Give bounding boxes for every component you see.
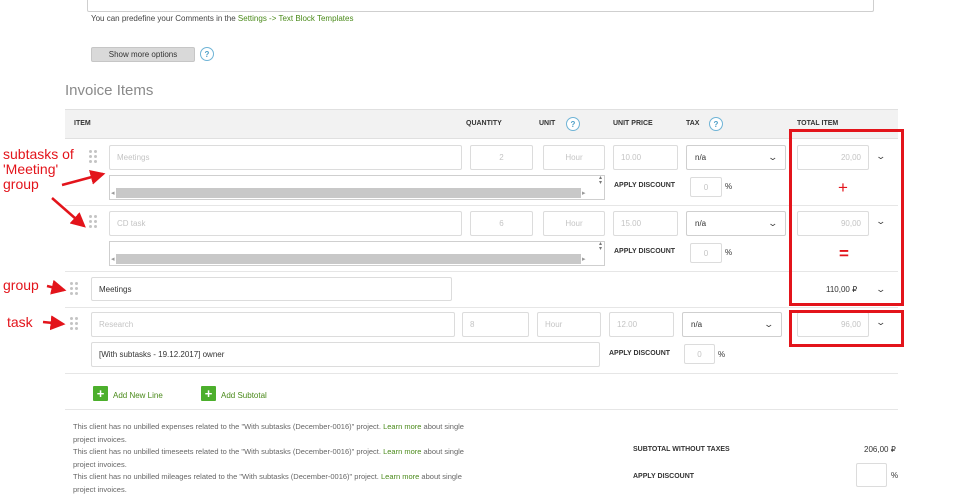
apply-discount-label: APPLY DISCOUNT: [614, 182, 676, 189]
question-circle-icon[interactable]: ?: [200, 47, 214, 61]
tax-select[interactable]: n/a ⌄: [682, 312, 782, 337]
text-block-templates-link[interactable]: Settings -> Text Block Templates: [238, 14, 354, 23]
total-highlight-box: [789, 129, 904, 306]
note-text: This client has no unbilled mileages rel…: [73, 472, 381, 481]
row-divider: [65, 307, 898, 308]
header-unit: UNIT: [539, 120, 556, 127]
unit-input[interactable]: Hour: [543, 145, 605, 170]
add-subtotal-button[interactable]: Add Subtotal: [221, 391, 267, 400]
quantity-input[interactable]: 8: [462, 312, 529, 337]
row-divider: [65, 373, 898, 374]
header-unit-price: UNIT PRICE: [613, 120, 653, 127]
description-textarea[interactable]: ◂ ▸ ▴ ▾: [109, 241, 605, 266]
unit-input[interactable]: Hour: [543, 211, 605, 236]
apply-discount-label: APPLY DISCOUNT: [609, 350, 671, 357]
tax-select[interactable]: n/a ⌄: [686, 211, 786, 236]
note-text: project invoices.: [73, 484, 127, 494]
discount-unit: %: [725, 182, 733, 191]
row-divider: [65, 205, 898, 206]
unbilled-notes: This client has no unbilled expenses rel…: [73, 421, 603, 496]
plus-icon[interactable]: +: [93, 386, 108, 401]
learn-more-link[interactable]: Learn more: [383, 447, 421, 456]
item-name-input[interactable]: Research: [91, 312, 455, 337]
unit-price-input[interactable]: 15.00: [613, 211, 678, 236]
note-mileages: This client has no unbilled mileages rel…: [73, 471, 603, 496]
note-text: about single: [421, 447, 464, 456]
summary-discount-input[interactable]: [856, 463, 887, 487]
chevron-down-icon: ⌄: [763, 319, 775, 329]
tax-value: n/a: [695, 153, 707, 162]
question-circle-icon[interactable]: ?: [566, 117, 580, 131]
tax-select[interactable]: n/a ⌄: [686, 145, 786, 170]
tax-value: n/a: [695, 219, 707, 228]
question-circle-icon[interactable]: ?: [709, 117, 723, 131]
discount-unit: %: [725, 248, 733, 257]
section-divider: [65, 409, 898, 410]
task-total-highlight-box: [789, 310, 904, 347]
description-textarea[interactable]: [With subtasks - 19.12.2017] owner: [91, 342, 600, 367]
equals-annotation: =: [839, 244, 849, 263]
note-timesheets: This client has no unbilled timeseets re…: [73, 446, 603, 471]
note-expenses: This client has no unbilled expenses rel…: [73, 421, 603, 446]
header-total-item: TOTAL ITEM: [797, 120, 839, 127]
apply-discount-label: APPLY DISCOUNT: [614, 248, 676, 255]
item-name-input[interactable]: Meetings: [109, 145, 462, 170]
scrollbar-thumb[interactable]: [116, 254, 581, 264]
header-quantity: QUANTITY: [466, 120, 502, 127]
subtotal-label: SUBTOTAL WITHOUT TAXES: [633, 446, 730, 453]
scroll-right-icon[interactable]: ▸: [582, 189, 586, 197]
group-name-input[interactable]: Meetings: [91, 277, 452, 301]
comments-textarea[interactable]: [87, 0, 874, 12]
red-arrow-icon: [51, 197, 86, 228]
note-text: project invoices.: [73, 434, 127, 444]
row-divider: [65, 271, 898, 272]
note-text: This client has no unbilled timeseets re…: [73, 447, 384, 456]
scroll-right-icon[interactable]: ▸: [582, 255, 586, 263]
learn-more-link[interactable]: Learn more: [383, 422, 421, 431]
note-text: project invoices.: [73, 459, 127, 469]
red-arrow-icon: [46, 279, 67, 295]
discount-input[interactable]: 0: [684, 344, 715, 364]
tax-value: n/a: [691, 320, 703, 329]
plus-annotation: +: [838, 178, 848, 197]
item-name-input[interactable]: CD task: [109, 211, 462, 236]
add-new-line-button[interactable]: Add New Line: [113, 391, 163, 400]
plus-icon[interactable]: +: [201, 386, 216, 401]
unit-price-input[interactable]: 10.00: [613, 145, 678, 170]
header-tax: TAX: [686, 120, 700, 127]
comments-hint: You can predefine your Comments in the S…: [91, 14, 353, 23]
red-arrow-icon: [42, 169, 106, 331]
learn-more-link[interactable]: Learn more: [381, 472, 419, 481]
discount-input[interactable]: 0: [690, 243, 722, 263]
discount-unit: %: [718, 350, 726, 359]
red-arrow-icon: [42, 315, 66, 331]
summary-discount-unit: %: [891, 471, 899, 480]
chevron-down-icon: ⌄: [767, 218, 779, 228]
description-textarea[interactable]: ◂ ▸ ▴ ▾: [109, 175, 605, 200]
note-text: about single: [421, 422, 464, 431]
spinner-icon[interactable]: ▴ ▾: [599, 241, 602, 252]
summary-discount-label: APPLY DISCOUNT: [633, 473, 695, 480]
chevron-down-icon: ⌄: [767, 152, 779, 162]
red-arrow-icon: [61, 169, 106, 187]
scrollbar-thumb[interactable]: [116, 188, 581, 198]
discount-input[interactable]: 0: [690, 177, 722, 197]
quantity-input[interactable]: 2: [470, 145, 533, 170]
subtotal-value: 206,00 ₽: [864, 445, 896, 454]
unit-input[interactable]: Hour: [537, 312, 601, 337]
note-text: This client has no unbilled expenses rel…: [73, 422, 384, 431]
spinner-icon[interactable]: ▴ ▾: [599, 175, 602, 186]
quantity-input[interactable]: 6: [470, 211, 533, 236]
note-text: about single: [419, 472, 462, 481]
unit-price-input[interactable]: 12.00: [609, 312, 674, 337]
